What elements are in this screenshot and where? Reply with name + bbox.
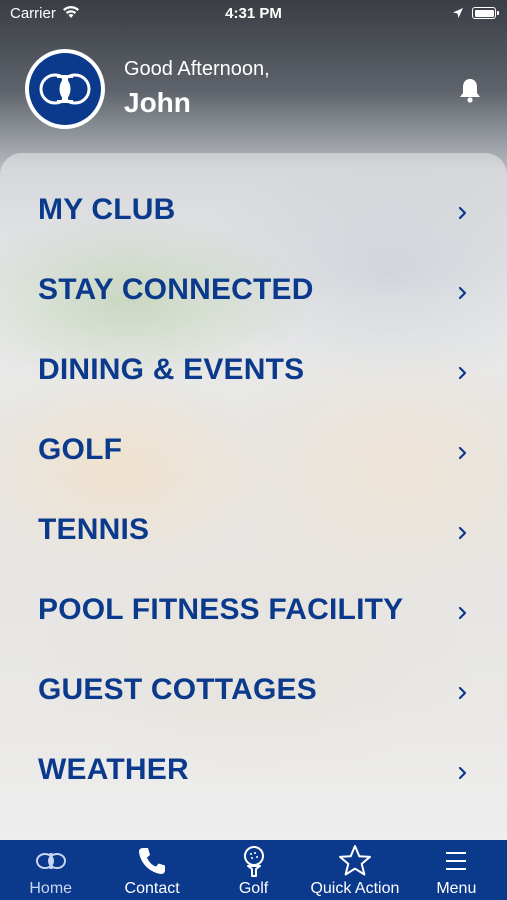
phone-icon (139, 848, 166, 874)
tab-contact[interactable]: Contact (101, 840, 202, 900)
menu-item-my-club[interactable]: MY CLUB (0, 173, 507, 253)
bell-icon[interactable] (456, 76, 484, 104)
hamburger-menu-icon (446, 852, 467, 870)
menu-item-tennis[interactable]: TENNIS (0, 493, 507, 573)
greeting-text: Good Afternoon, (124, 58, 270, 80)
golf-ball-tee-icon (243, 846, 264, 877)
chevron-right-icon (458, 526, 467, 540)
status-bar: Carrier 4:31 PM (0, 0, 507, 28)
menu-item-label: POOL FITNESS FACILITY (38, 593, 404, 626)
menu-item-label: MY CLUB (38, 193, 176, 226)
menu-item-stay-connected[interactable]: STAY CONNECTED (0, 253, 507, 333)
chevron-right-icon (458, 446, 467, 460)
menu-item-label: STAY CONNECTED (38, 273, 314, 306)
menu-item-label: DINING & EVENTS (38, 353, 305, 386)
battery-icon (472, 7, 499, 19)
tab-menu[interactable]: Menu (406, 840, 507, 900)
chevron-right-icon (458, 206, 467, 220)
main-menu-list: MY CLUB STAY CONNECTED DINING & EVENTS G… (0, 173, 507, 813)
chevron-right-icon (458, 686, 467, 700)
club-monogram-icon (39, 73, 91, 105)
menu-item-pool-fitness-facility[interactable]: POOL FITNESS FACILITY (0, 573, 507, 653)
main-menu-panel: MY CLUB STAY CONNECTED DINING & EVENTS G… (0, 153, 507, 840)
tab-label: Home (29, 880, 73, 897)
menu-item-dining-events[interactable]: DINING & EVENTS (0, 333, 507, 413)
chevron-right-icon (458, 766, 467, 780)
chevron-right-icon (458, 606, 467, 620)
status-time: 4:31 PM (225, 5, 282, 22)
location-arrow-icon (453, 8, 463, 18)
chevron-right-icon (458, 286, 467, 300)
tab-label: Golf (238, 880, 269, 897)
user-name: John (124, 87, 191, 118)
tab-label: Menu (436, 880, 477, 897)
club-logo[interactable] (25, 49, 105, 129)
tab-golf[interactable]: Golf (203, 840, 304, 900)
header: Good Afternoon, John (0, 40, 507, 140)
star-icon (338, 845, 371, 876)
tab-quick-action[interactable]: Quick Action (304, 840, 405, 900)
menu-item-guest-cottages[interactable]: GUEST COTTAGES (0, 653, 507, 733)
menu-item-golf[interactable]: GOLF (0, 413, 507, 493)
club-logo-icon (35, 853, 66, 869)
tab-label: Contact (124, 880, 180, 897)
menu-item-label: WEATHER (38, 753, 189, 786)
chevron-right-icon (458, 366, 467, 380)
menu-item-label: GUEST COTTAGES (38, 673, 317, 706)
tab-label: Quick Action (310, 880, 400, 897)
menu-item-weather[interactable]: WEATHER (0, 733, 507, 813)
tab-home[interactable]: Home (0, 840, 101, 900)
bottom-tab-bar: Home Contact Golf Quick Action Menu (0, 840, 507, 900)
menu-item-label: GOLF (38, 433, 123, 466)
menu-item-label: TENNIS (38, 513, 150, 546)
